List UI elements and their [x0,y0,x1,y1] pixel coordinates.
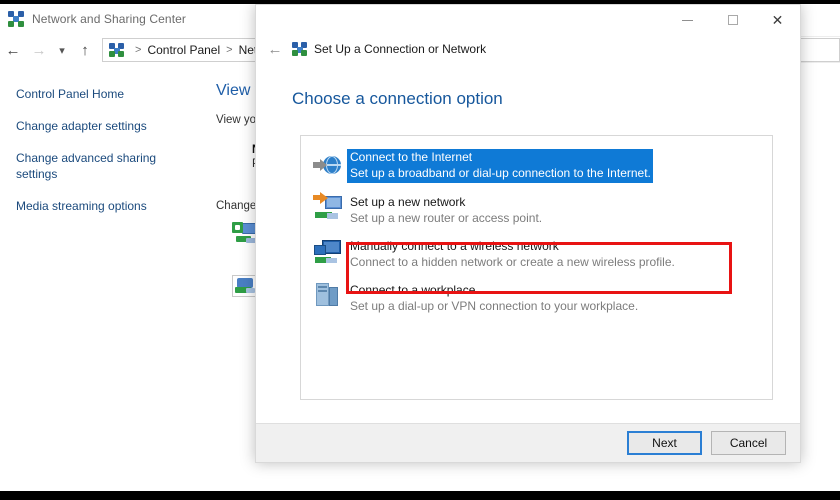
option-text: Connect to a workplace Set up a dial-up … [347,281,638,315]
wireless-network-icon [313,237,347,271]
breadcrumb-separator-0: > [135,44,142,56]
minimize-button[interactable] [665,5,710,35]
option-description: Connect to a hidden network or create a … [350,255,675,269]
option-description: Set up a dial-up or VPN connection to yo… [350,299,639,313]
option-manually-connect-to-a-wireless-network[interactable]: Manually connect to a wireless network C… [305,232,768,276]
dialog-back-button[interactable]: ← [264,38,286,60]
dialog-header: ← Set Up a Connection or Network [256,35,800,63]
option-connect-to-a-workplace[interactable]: Connect to a workplace Set up a dial-up … [305,276,768,320]
cancel-button[interactable]: Cancel [711,431,786,455]
setup-connection-dialog: ✕ ← Set Up a Connection or Network Choos… [255,4,801,463]
breadcrumb-item-0[interactable]: Control Panel [147,43,220,57]
dialog-titlebar: ✕ [256,5,800,35]
dialog-heading: Choose a connection option [292,89,503,108]
option-description: Set up a broadband or dial-up connection… [350,166,651,180]
option-text: Set up a new network Set up a new router… [347,193,542,227]
option-text: Connect to the Internet Set up a broadba… [347,149,653,183]
next-button-label: Next [652,436,677,450]
option-title: Set up a new network [350,195,466,209]
close-button[interactable]: ✕ [755,5,800,35]
sidebar-item-change-advanced-sharing-settings[interactable]: Change advanced sharing settings [16,150,186,182]
option-connect-to-the-internet[interactable]: Connect to the Internet Set up a broadba… [305,144,768,188]
content-divider-2 [801,62,840,63]
control-panel-sidebar: Control Panel Home Change adapter settin… [0,66,208,491]
network-icon [292,42,307,56]
sidebar-item-control-panel-home[interactable]: Control Panel Home [16,86,186,102]
maximize-icon [727,15,738,25]
back-arrow-icon: ← [267,40,283,58]
content-divider-1 [801,36,840,37]
close-icon: ✕ [771,11,784,28]
forward-arrow-icon[interactable]: → [26,37,52,63]
cancel-button-label: Cancel [729,436,768,450]
dialog-footer: Next Cancel [256,423,800,462]
workplace-server-icon [313,281,347,315]
option-title: Connect to the Internet [350,150,473,164]
new-network-icon [313,192,347,227]
dialog-title: Set Up a Connection or Network [314,42,487,56]
chevron-down-icon[interactable]: ▾ [52,37,72,63]
minimize-icon [682,19,693,21]
control-panel-title: Network and Sharing Center [32,12,187,26]
option-description: Set up a new router or access point. [350,211,543,225]
address-network-icon [109,43,124,57]
option-title: Connect to a workplace [350,283,476,297]
up-arrow-icon[interactable]: ↑ [72,37,98,63]
screen: Network and Sharing Center ← → ▾ ↑ > Con… [0,0,840,500]
internet-globe-icon [313,149,347,183]
option-set-up-a-new-network[interactable]: Set up a new network Set up a new router… [305,188,768,232]
sidebar-item-media-streaming-options[interactable]: Media streaming options [16,198,186,214]
sidebar-item-change-adapter-settings[interactable]: Change adapter settings [16,118,186,134]
option-title: Manually connect to a wireless network [350,239,559,253]
connection-options-list: Connect to the Internet Set up a broadba… [300,135,773,400]
breadcrumb-separator-1: > [226,44,233,56]
network-icon [8,11,24,27]
option-text: Manually connect to a wireless network C… [347,237,675,271]
next-button[interactable]: Next [627,431,702,455]
back-arrow-icon[interactable]: ← [0,37,26,63]
maximize-button[interactable] [710,5,755,35]
